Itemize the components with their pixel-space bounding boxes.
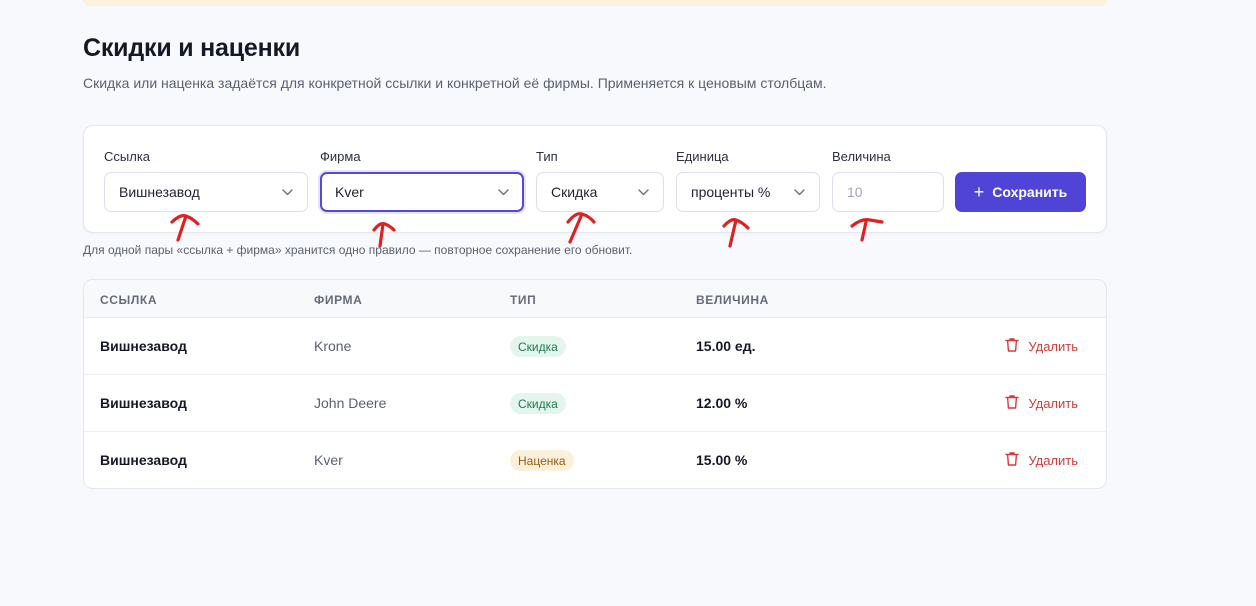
link-label: Ссылка bbox=[104, 149, 151, 164]
amount-label: Величина bbox=[832, 149, 891, 164]
chevron-down-icon bbox=[793, 186, 805, 198]
firm-select-value: Kver bbox=[335, 184, 364, 200]
column-header-amount: ВЕЛИЧИНА bbox=[696, 293, 769, 307]
firm-select[interactable]: Kver bbox=[320, 172, 524, 212]
row-amount: 15.00 ед. bbox=[696, 338, 756, 354]
row-firm: Kver bbox=[314, 452, 343, 468]
form-hint: Для одной пары «ссылка + фирма» хранится… bbox=[83, 243, 633, 257]
amount-input[interactable]: 10 bbox=[832, 172, 944, 212]
save-button[interactable]: + Сохранить bbox=[955, 172, 1086, 212]
unit-select[interactable]: проценты % bbox=[676, 172, 820, 212]
firm-label: Фирма bbox=[320, 149, 361, 164]
delete-button-label: Удалить bbox=[1028, 396, 1078, 411]
type-badge: Скидка bbox=[510, 336, 566, 357]
type-badge: Скидка bbox=[510, 393, 566, 414]
top-banner bbox=[83, 0, 1107, 6]
trash-icon bbox=[1005, 337, 1020, 356]
save-button-label: Сохранить bbox=[992, 184, 1068, 200]
plus-icon: + bbox=[973, 182, 985, 202]
delete-button-label: Удалить bbox=[1028, 339, 1078, 354]
page-title: Скидки и наценки bbox=[83, 34, 301, 62]
unit-select-value: проценты % bbox=[691, 184, 771, 200]
table-row: Вишнезавод Krone Скидка 15.00 ед. Удалит… bbox=[84, 318, 1106, 375]
row-amount: 12.00 % bbox=[696, 395, 748, 411]
chevron-down-icon bbox=[281, 186, 293, 198]
delete-button[interactable]: Удалить bbox=[1005, 337, 1078, 356]
delete-button[interactable]: Удалить bbox=[1005, 394, 1078, 413]
rule-form: Ссылка Вишнезавод Фирма Kver Тип Скидка … bbox=[83, 125, 1107, 233]
rules-table: ССЫЛКА ФИРМА ТИП ВЕЛИЧИНА Вишнезавод Kro… bbox=[83, 279, 1107, 489]
row-link: Вишнезавод bbox=[100, 338, 187, 354]
amount-input-placeholder: 10 bbox=[847, 184, 863, 200]
type-select[interactable]: Скидка bbox=[536, 172, 664, 212]
trash-icon bbox=[1005, 394, 1020, 413]
column-header-link: ССЫЛКА bbox=[100, 293, 158, 307]
chevron-down-icon bbox=[637, 186, 649, 198]
row-link: Вишнезавод bbox=[100, 452, 187, 468]
row-link: Вишнезавод bbox=[100, 395, 187, 411]
table-header: ССЫЛКА ФИРМА ТИП ВЕЛИЧИНА bbox=[84, 280, 1106, 318]
link-select[interactable]: Вишнезавод bbox=[104, 172, 308, 212]
type-badge: Наценка bbox=[510, 450, 574, 471]
table-row: Вишнезавод Kver Наценка 15.00 % Удалить bbox=[84, 432, 1106, 488]
delete-button-label: Удалить bbox=[1028, 453, 1078, 468]
table-row: Вишнезавод John Deere Скидка 12.00 % Уда… bbox=[84, 375, 1106, 432]
link-select-value: Вишнезавод bbox=[119, 184, 200, 200]
row-firm: Krone bbox=[314, 338, 352, 354]
unit-label: Единица bbox=[676, 149, 729, 164]
chevron-down-icon bbox=[497, 186, 509, 198]
type-select-value: Скидка bbox=[551, 184, 598, 200]
delete-button[interactable]: Удалить bbox=[1005, 451, 1078, 470]
column-header-type: ТИП bbox=[510, 293, 537, 307]
type-label: Тип bbox=[536, 149, 558, 164]
row-amount: 15.00 % bbox=[696, 452, 748, 468]
column-header-firm: ФИРМА bbox=[314, 293, 363, 307]
page-subtitle: Скидка или наценка задаётся для конкретн… bbox=[83, 75, 827, 91]
row-firm: John Deere bbox=[314, 395, 387, 411]
trash-icon bbox=[1005, 451, 1020, 470]
